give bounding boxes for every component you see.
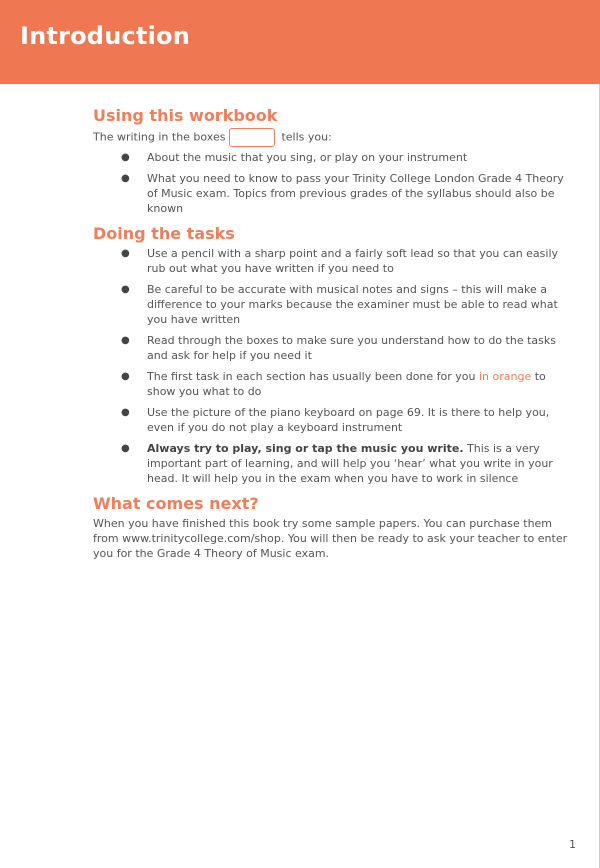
doing-list: ● Use a pencil with a sharp point and a f… [93,246,573,486]
using-list: ● About the music that you sing, or play … [93,150,573,216]
intro-after: tells you: [281,130,332,144]
bullet-icon: ● [121,173,130,184]
list-item-text: About the music that you sing, or play o… [147,151,468,164]
list-item: ● Read through the boxes to make sure you… [93,333,573,363]
bullet-icon: ● [121,248,130,259]
header-banner: Introduction [0,0,600,84]
orange-box-sample [229,128,276,147]
heading-doing-tasks: Doing the tasks [93,224,235,243]
list-item: ● Always try to play, sing or tap the mus… [93,441,573,486]
list-item-text: Be careful to be accurate with musical n… [147,283,558,326]
bold-text: Always try to play, sing or tap the musi… [147,442,464,455]
orange-highlight: in orange [479,370,532,383]
content: Using this workbook The writing in the b… [93,106,573,561]
bullet-icon: ● [121,152,130,163]
list-item: ● Be careful to be accurate with musical … [93,282,573,327]
list-item: ● About the music that you sing, or play … [93,150,573,165]
bullet-icon: ● [121,371,130,382]
list-item-text: Read through the boxes to make sure you … [147,334,556,362]
intro-before: The writing in the boxes [93,130,226,144]
bullet-icon: ● [121,284,130,295]
page-number: 1 [569,838,576,851]
next-body: When you have finished this book try som… [93,517,568,560]
list-item-text: What you need to know to pass your Trini… [147,172,564,215]
list-item-text: Use the picture of the piano keyboard on… [147,406,550,434]
heading-using-workbook: Using this workbook [93,106,278,125]
list-item: ● What you need to know to pass your Trin… [93,171,573,216]
list-item: ● Use a pencil with a sharp point and a f… [93,246,573,276]
list-item: ● Use the picture of the piano keyboard o… [93,405,573,435]
list-item-text: The first task in each section has usual… [147,370,479,383]
bullet-icon: ● [121,335,130,346]
list-item-text: Use a pencil with a sharp point and a fa… [147,247,559,275]
list-item: ● The first task in each section has usua… [93,369,573,399]
page-title: Introduction [20,22,190,50]
intro-text: The writing in the boxes tells you: [93,128,573,147]
heading-what-next: What comes next? [93,494,259,513]
bullet-icon: ● [121,443,130,454]
bullet-icon: ● [121,407,130,418]
